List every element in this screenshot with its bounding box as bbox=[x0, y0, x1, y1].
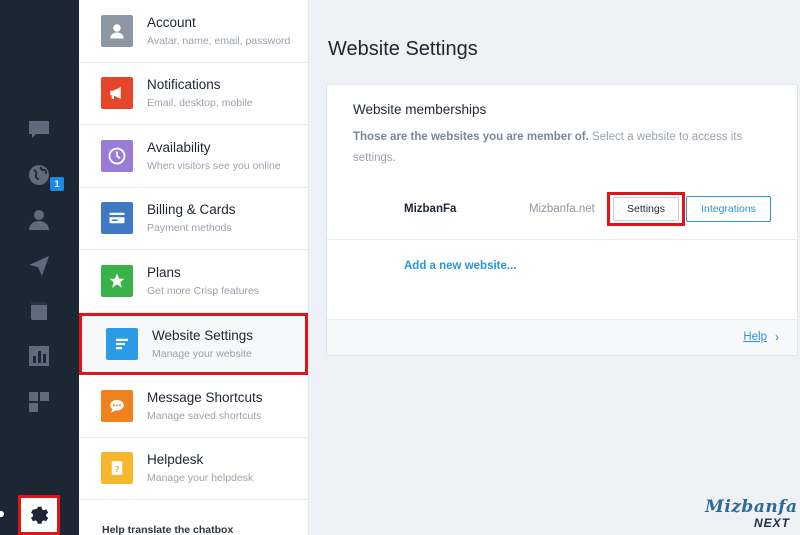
card-footer: Help › bbox=[327, 319, 797, 355]
menu-item-plans[interactable]: Plans Get more Crisp features bbox=[79, 250, 308, 313]
chevron-right-icon: › bbox=[775, 330, 779, 344]
menu-item-availability[interactable]: Availability When visitors see you onlin… bbox=[79, 125, 308, 188]
menu-item-subtitle: Avatar, name, email, password bbox=[147, 34, 291, 47]
svg-text:?: ? bbox=[115, 464, 120, 474]
menu-item-subtitle: Manage your helpdesk bbox=[147, 472, 254, 485]
plugins-icon[interactable] bbox=[26, 389, 52, 415]
menu-item-title: Availability bbox=[147, 139, 211, 155]
translate-link[interactable]: Help translate the chatbox bbox=[102, 524, 233, 535]
divider bbox=[327, 239, 797, 240]
card-description-bold: Those are the websites you are member of… bbox=[353, 131, 589, 143]
help-link[interactable]: Help bbox=[743, 331, 767, 343]
card-title: Website memberships bbox=[353, 102, 487, 117]
clock-icon bbox=[101, 139, 133, 172]
memberships-card: Website memberships Those are the websit… bbox=[326, 84, 798, 356]
book-icon[interactable] bbox=[26, 298, 52, 324]
menu-item-message-shortcuts[interactable]: Message Shortcuts Manage saved shortcuts bbox=[79, 375, 308, 438]
settings-menu: Account Avatar, name, email, password No… bbox=[79, 0, 309, 535]
menu-item-notifications[interactable]: Notifications Email, desktop, mobile bbox=[79, 63, 308, 125]
add-website-link[interactable]: Add a new website... bbox=[404, 260, 516, 272]
page-title: Website Settings bbox=[328, 38, 478, 60]
menu-item-subtitle: Payment methods bbox=[147, 222, 232, 235]
chat-icon[interactable] bbox=[26, 116, 52, 142]
menu-item-title: Website Settings bbox=[152, 327, 254, 343]
menu-item-title: Message Shortcuts bbox=[147, 389, 263, 405]
megaphone-icon bbox=[101, 77, 133, 110]
chart-icon[interactable] bbox=[26, 343, 52, 369]
menu-item-subtitle: When visitors see you online bbox=[147, 159, 281, 172]
menu-item-title: Helpdesk bbox=[147, 452, 204, 468]
logo-text: Mizbanfa bbox=[705, 497, 798, 517]
logo-subtext: NEXT bbox=[753, 516, 790, 530]
help-book-icon: ? bbox=[101, 452, 133, 485]
star-icon bbox=[101, 264, 133, 297]
menu-item-billing[interactable]: Billing & Cards Payment methods bbox=[79, 188, 308, 250]
mizbanfa-logo: Mizbanfa NEXT bbox=[705, 497, 798, 533]
menu-item-title: Billing & Cards bbox=[147, 202, 236, 218]
integrations-button[interactable]: Integrations bbox=[686, 196, 771, 222]
website-name: MizbanFa bbox=[404, 203, 457, 215]
menu-item-subtitle: Manage your website bbox=[152, 347, 252, 360]
gear-icon[interactable] bbox=[18, 495, 60, 535]
menu-item-website-settings[interactable]: Website Settings Manage your website bbox=[79, 312, 308, 375]
list-icon bbox=[106, 327, 138, 360]
left-rail: 1 bbox=[0, 0, 79, 535]
menu-item-helpdesk[interactable]: ? Helpdesk Manage your helpdesk bbox=[79, 438, 308, 500]
bubble-icon bbox=[101, 389, 133, 422]
website-domain: Mizbanfa.net bbox=[529, 203, 595, 215]
menu-item-account[interactable]: Account Avatar, name, email, password bbox=[79, 0, 308, 63]
settings-highlight: Settings bbox=[607, 192, 685, 226]
card-description: Those are the websites you are member of… bbox=[353, 127, 783, 169]
settings-button[interactable]: Settings bbox=[613, 197, 679, 221]
status-dot bbox=[0, 511, 4, 517]
menu-item-title: Notifications bbox=[147, 77, 221, 93]
account-icon bbox=[101, 14, 133, 47]
notification-badge: 1 bbox=[50, 177, 64, 191]
send-icon[interactable] bbox=[26, 253, 52, 279]
menu-item-subtitle: Get more Crisp features bbox=[147, 284, 260, 297]
card-icon bbox=[101, 202, 133, 235]
menu-item-title: Plans bbox=[147, 264, 181, 280]
menu-item-subtitle: Manage saved shortcuts bbox=[147, 409, 262, 422]
menu-item-subtitle: Email, desktop, mobile bbox=[147, 97, 253, 110]
menu-item-title: Account bbox=[147, 14, 196, 30]
globe-icon[interactable] bbox=[26, 162, 52, 188]
user-icon[interactable] bbox=[26, 207, 52, 233]
